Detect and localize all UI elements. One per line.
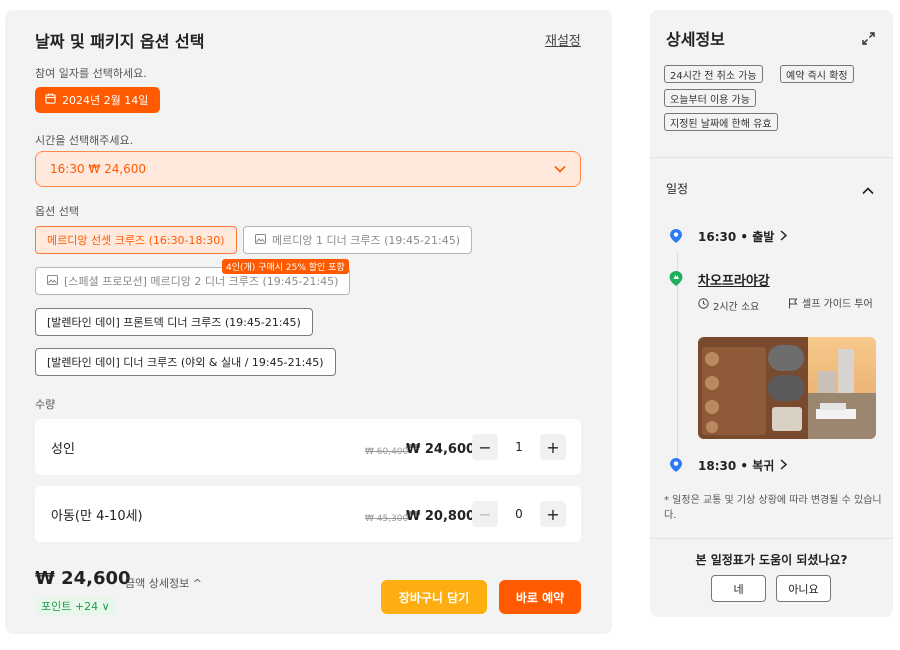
guide-info: 셀프 가이드 투어 [788, 298, 878, 312]
image-icon [47, 274, 58, 288]
chevron-right-icon [780, 458, 788, 473]
promo-badge: 4인(개) 구매시 25% 할인 포함 [222, 259, 349, 274]
increase-button[interactable]: + [540, 434, 566, 460]
location-pin-icon [670, 457, 682, 476]
detail-title: 상세정보 [666, 30, 725, 49]
option-panel: 날짜 및 패키지 옵션 선택 재설정 참여 일자를 선택하세요. 2024년 2… [5, 10, 612, 634]
original-price: ₩ 45,300 [365, 514, 409, 524]
helpful-no-button[interactable]: 아니요 [776, 575, 831, 602]
quantity-row-child: 아동(만 4-10세) ₩ 45,300 ₩ 20,800 − 0 + [35, 486, 581, 542]
quantity-label: 수량 [35, 398, 56, 411]
return-stop[interactable]: 18:30 • 복귀 [698, 457, 788, 474]
attraction-pin-icon [669, 271, 683, 290]
tag: 24시간 전 취소 가능 [664, 65, 763, 83]
time-label: 시간을 선택해주세요. [35, 134, 134, 147]
calendar-icon [45, 93, 56, 107]
time-value: 16:30 ₩ 24,600 [50, 162, 147, 176]
tag: 오늘부터 이용 가능 [664, 89, 756, 107]
total-price: ₩ 24,600 [35, 568, 131, 589]
location-pin-icon [670, 228, 682, 247]
option-label-text: [발렌타인 데이] 디너 크루즈 (야외 & 실내 / 19:45-21:45) [47, 356, 324, 369]
quantity-row-adult: 성인 ₩ 60,400 ₩ 24,600 − 1 + [35, 419, 581, 475]
schedule-label: 일정 [666, 182, 689, 196]
cruise-thumbnail-image[interactable] [698, 337, 876, 439]
ticket-type-label: 아동(만 4-10세) [51, 509, 143, 524]
return-text: 18:30 • 복귀 [698, 459, 775, 473]
option-valentine-frontdeck[interactable]: [발렌타인 데이] 프론트덱 디너 크루즈 (19:45-21:45) [35, 308, 313, 336]
time-select[interactable]: 16:30 ₩ 24,600 [35, 151, 581, 187]
helpful-yes-button[interactable]: 네 [711, 575, 766, 602]
option-valentine-dinner[interactable]: [발렌타인 데이] 디너 크루즈 (야외 & 실내 / 19:45-21:45) [35, 348, 336, 376]
reset-link[interactable]: 재설정 [545, 30, 581, 49]
departure-text: 16:30 • 출발 [698, 230, 775, 244]
schedule-note: * 일정은 교통 및 기상 상황에 따라 변경될 수 있습니다. [664, 495, 882, 521]
departure-stop[interactable]: 16:30 • 출발 [698, 228, 788, 245]
sale-price: ₩ 20,800 [406, 509, 476, 524]
ticket-type-label: 성인 [51, 442, 75, 457]
original-price: ₩ 60,400 [365, 447, 409, 457]
option-label-text: [발렌타인 데이] 프론트덱 디너 크루즈 (19:45-21:45) [47, 316, 301, 329]
option-label-text: 메르디앙 1 디너 크루즈 (19:45-21:45) [272, 234, 461, 247]
chevron-down-icon [554, 162, 566, 176]
option-label-text: 메르디앙 선셋 크루즈 (16:30-18:30) [47, 234, 225, 247]
option-label-text: [스페셜 프로모션] 메르디앙 2 디너 크루즈 (19:45-21:45) [64, 275, 339, 288]
clock-icon [698, 298, 709, 312]
decrease-button[interactable]: − [472, 501, 498, 527]
date-picker-button[interactable]: 2024년 2월 14일 [35, 87, 161, 113]
book-now-button[interactable]: 바로 예약 [499, 580, 581, 614]
points-badge[interactable]: 포인트 +24 ∨ [35, 597, 116, 615]
date-label: 참여 일자를 선택하세요. [35, 67, 147, 80]
decrease-button[interactable]: − [472, 434, 498, 460]
sale-price: ₩ 24,600 [406, 442, 476, 457]
add-to-cart-button[interactable]: 장바구니 담기 [381, 580, 487, 614]
quantity-value: 0 [515, 507, 523, 521]
image-icon [255, 233, 266, 247]
guide-text: 셀프 가이드 투어 [802, 299, 873, 310]
divider [650, 538, 893, 539]
flag-icon [788, 298, 798, 312]
duration-info: 2시간 소요 [698, 298, 759, 313]
price-detail-link[interactable]: 금액 상세정보 ^ [125, 575, 202, 591]
option-dinner-cruise-1[interactable]: 메르디앙 1 디너 크루즈 (19:45-21:45) [243, 226, 473, 254]
duration-text: 2시간 소요 [713, 302, 760, 313]
place-link[interactable]: 차오프라야강 [698, 270, 770, 289]
date-value: 2024년 2월 14일 [62, 94, 149, 107]
chevron-up-icon[interactable] [862, 180, 874, 199]
chevron-right-icon [780, 229, 788, 244]
option-label: 옵션 선택 [35, 205, 79, 218]
page-title: 날짜 및 패키지 옵션 선택 [35, 32, 205, 51]
tag: 예약 즉시 확정 [780, 65, 854, 83]
tag: 지정된 날짜에 한해 유효 [664, 113, 778, 131]
detail-panel: 상세정보 24시간 전 취소 가능 예약 즉시 확정 오늘부터 이용 가능 지정… [650, 10, 893, 617]
increase-button[interactable]: + [540, 501, 566, 527]
expand-icon[interactable] [862, 30, 875, 49]
divider [650, 157, 893, 158]
option-sunset-cruise[interactable]: 메르디앙 선셋 크루즈 (16:30-18:30) [35, 226, 237, 254]
quantity-value: 1 [515, 440, 523, 454]
helpful-question: 본 일정표가 도움이 되셨나요? [695, 553, 848, 567]
